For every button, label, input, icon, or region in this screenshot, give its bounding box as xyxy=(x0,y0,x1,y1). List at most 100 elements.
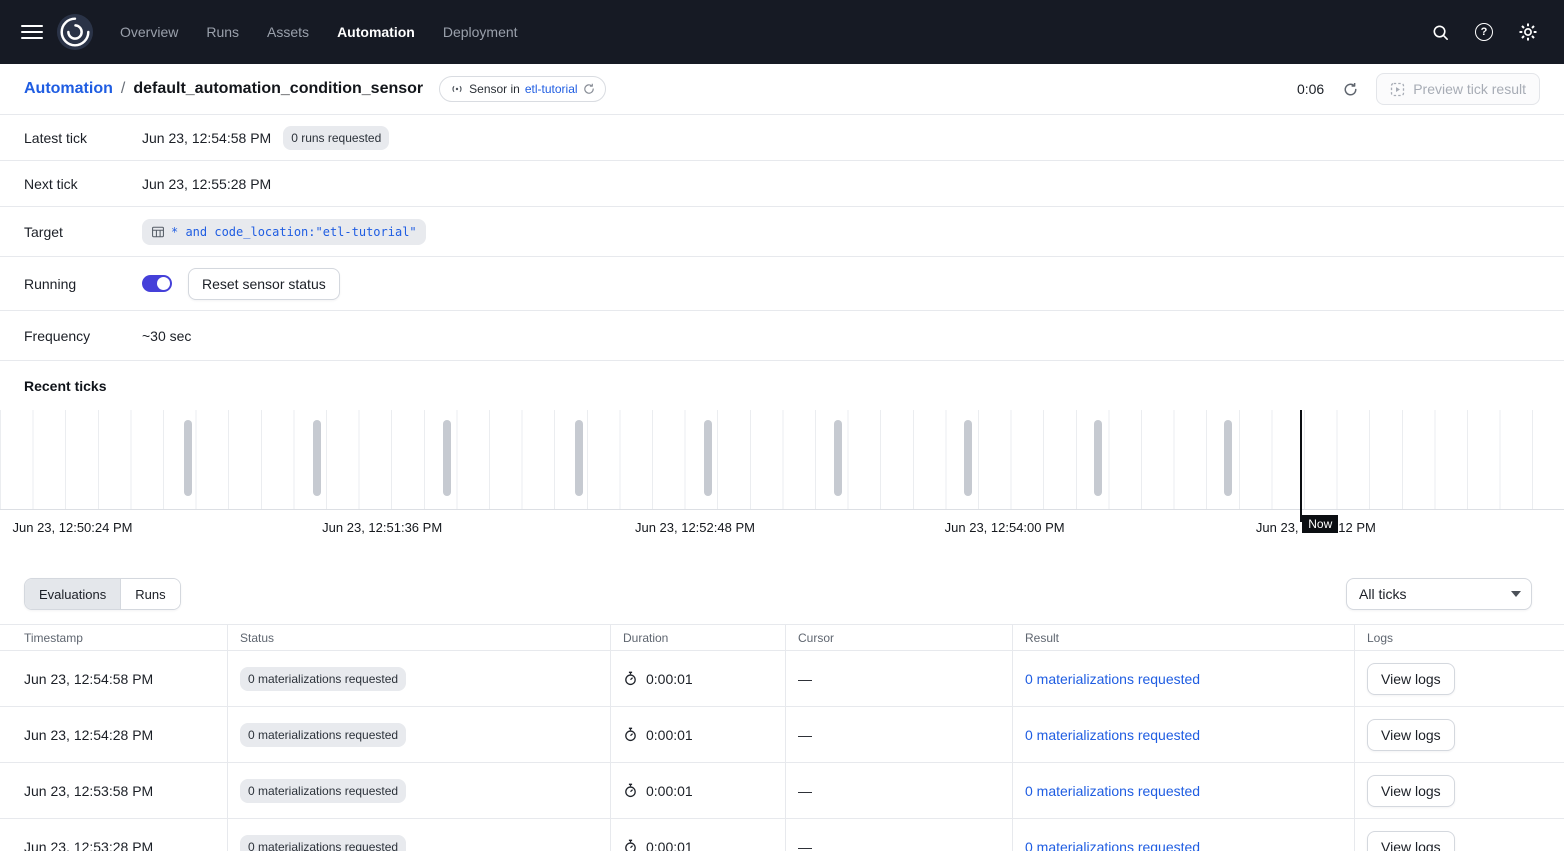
breadcrumb-automation-link[interactable]: Automation xyxy=(24,80,113,98)
nav-actions: ? xyxy=(1424,16,1544,48)
tick-timestamp: Jun 23, 12:53:58 PM xyxy=(24,783,153,799)
tick-bar[interactable] xyxy=(313,420,321,496)
tick-bar[interactable] xyxy=(575,420,583,496)
detail-label: Frequency xyxy=(24,328,130,344)
help-icon[interactable]: ? xyxy=(1468,16,1500,48)
preview-tick-icon xyxy=(1390,82,1405,97)
refresh-icon[interactable] xyxy=(1334,73,1366,105)
search-icon[interactable] xyxy=(1424,16,1456,48)
nav-deployment[interactable]: Deployment xyxy=(443,24,518,40)
tick-cursor: — xyxy=(798,783,812,799)
code-location-link[interactable]: etl-tutorial xyxy=(525,82,578,96)
detail-row-next-tick: Next tick Jun 23, 12:55:28 PM xyxy=(0,161,1564,207)
dagster-logo-icon xyxy=(56,13,94,51)
tab-evaluations[interactable]: Evaluations xyxy=(25,579,120,609)
tick-bar[interactable] xyxy=(443,420,451,496)
detail-label: Next tick xyxy=(24,176,130,192)
axis-label: Jun 23, 12:52:48 PM xyxy=(635,519,757,537)
view-logs-button[interactable]: View logs xyxy=(1367,719,1455,751)
refresh-countdown: 0:06 xyxy=(1297,81,1324,97)
view-logs-button[interactable]: View logs xyxy=(1367,831,1455,851)
primary-nav: Overview Runs Assets Automation Deployme… xyxy=(120,24,518,40)
nav-overview[interactable]: Overview xyxy=(120,24,178,40)
detail-row-frequency: Frequency ~30 sec xyxy=(0,311,1564,361)
latest-tick-value: Jun 23, 12:54:58 PM xyxy=(142,130,271,146)
table-row: Jun 23, 12:53:28 PM 0 materializations re… xyxy=(0,819,1564,851)
tick-result-link[interactable]: 0 materializations requested xyxy=(1025,783,1200,799)
tick-bar[interactable] xyxy=(184,420,192,496)
detail-row-target: Target * and code_location:"etl-tutorial… xyxy=(0,207,1564,257)
sensor-icon xyxy=(450,82,464,96)
tick-duration: 0:00:01 xyxy=(623,839,693,851)
tick-result-link[interactable]: 0 materializations requested xyxy=(1025,839,1200,851)
tick-bar[interactable] xyxy=(1094,420,1102,496)
tab-runs[interactable]: Runs xyxy=(120,579,179,609)
running-toggle[interactable] xyxy=(142,275,172,292)
sensor-details: Latest tick Jun 23, 12:54:58 PM 0 runs r… xyxy=(0,115,1564,361)
evaluations-controls: Evaluations Runs All ticks xyxy=(24,578,1532,610)
sensor-location-chip: Sensor in etl-tutorial xyxy=(439,76,605,102)
tick-bar[interactable] xyxy=(964,420,972,496)
detail-label: Running xyxy=(24,276,130,292)
target-selection-chip[interactable]: * and code_location:"etl-tutorial" xyxy=(142,219,426,245)
tick-duration: 0:00:01 xyxy=(623,783,693,799)
nav-automation[interactable]: Automation xyxy=(337,24,415,40)
timeline-axis: Jun 23, 12:50:24 PMJun 23, 12:51:36 PMJu… xyxy=(0,510,1564,568)
tick-bar[interactable] xyxy=(834,420,842,496)
nav-runs[interactable]: Runs xyxy=(206,24,239,40)
recent-ticks-section: Recent ticks Jun 23, 12:50:24 PMJun 23, … xyxy=(0,361,1564,568)
page-header: Automation / default_automation_conditio… xyxy=(0,64,1564,115)
stopwatch-icon xyxy=(623,671,638,686)
preview-tick-result-button[interactable]: Preview tick result xyxy=(1376,73,1540,105)
menu-icon[interactable] xyxy=(12,12,52,52)
detail-row-latest-tick: Latest tick Jun 23, 12:54:58 PM 0 runs r… xyxy=(0,115,1564,161)
table-row: Jun 23, 12:54:58 PM0 materializations re… xyxy=(0,651,1564,707)
tick-result-link[interactable]: 0 materializations requested xyxy=(1025,727,1200,743)
tick-duration: 0:00:01 xyxy=(623,727,693,743)
col-timestamp: Timestamp xyxy=(0,625,228,650)
nav-assets[interactable]: Assets xyxy=(267,24,309,40)
tick-bar[interactable] xyxy=(1224,420,1232,496)
duration-value: 0:00:01 xyxy=(646,783,693,799)
table-row: Jun 23, 12:54:28 PM0 materializations re… xyxy=(0,707,1564,763)
runs-requested-badge: 0 runs requested xyxy=(283,126,389,150)
view-logs-button[interactable]: View logs xyxy=(1367,663,1455,695)
col-status: Status xyxy=(228,625,611,650)
now-line xyxy=(1300,410,1302,522)
reset-sensor-status-button[interactable]: Reset sensor status xyxy=(188,268,340,300)
top-nav-bar: Overview Runs Assets Automation Deployme… xyxy=(0,0,1564,64)
tick-timestamp: Jun 23, 12:53:28 PM xyxy=(24,839,153,851)
dagster-logo[interactable] xyxy=(56,13,94,51)
stopwatch-icon xyxy=(623,839,638,851)
sensor-chip-prefix: Sensor in xyxy=(469,82,520,96)
detail-row-running: Running Reset sensor status xyxy=(0,257,1564,311)
tick-filter-dropdown[interactable]: All ticks xyxy=(1346,578,1532,610)
breadcrumb-separator: / xyxy=(121,80,125,98)
tick-result-link[interactable]: 0 materializations requested xyxy=(1025,671,1200,687)
duration-value: 0:00:01 xyxy=(646,839,693,851)
now-marker-label: Now xyxy=(1302,515,1338,533)
col-logs: Logs xyxy=(1355,625,1564,650)
axis-label: Jun 23, 12:50:24 PM xyxy=(13,519,135,537)
col-cursor: Cursor xyxy=(786,625,1013,650)
view-tabs: Evaluations Runs xyxy=(24,578,181,610)
evaluations-table: Timestamp Status Duration Cursor Result … xyxy=(0,624,1564,851)
axis-label: Jun 23, 12:54:00 PM xyxy=(945,519,1067,537)
tick-bar[interactable] xyxy=(704,420,712,496)
recent-ticks-title: Recent ticks xyxy=(0,361,1564,410)
preview-tick-label: Preview tick result xyxy=(1413,81,1526,97)
view-logs-button[interactable]: View logs xyxy=(1367,775,1455,807)
target-selection-value: * and code_location:"etl-tutorial" xyxy=(171,225,417,239)
page-title: default_automation_condition_sensor xyxy=(133,80,423,98)
tick-timeline xyxy=(0,410,1564,510)
table-row: Jun 23, 12:53:58 PM 0 materializations re… xyxy=(0,763,1564,819)
refresh-icon[interactable] xyxy=(583,83,595,95)
tick-status-badge: 0 materializations requested xyxy=(240,667,406,691)
duration-value: 0:00:01 xyxy=(646,727,693,743)
col-duration: Duration xyxy=(611,625,786,650)
detail-label: Target xyxy=(24,224,130,240)
tick-cursor: — xyxy=(798,671,812,687)
stopwatch-icon xyxy=(623,783,638,798)
toggle-knob xyxy=(157,277,170,290)
gear-icon[interactable] xyxy=(1512,16,1544,48)
